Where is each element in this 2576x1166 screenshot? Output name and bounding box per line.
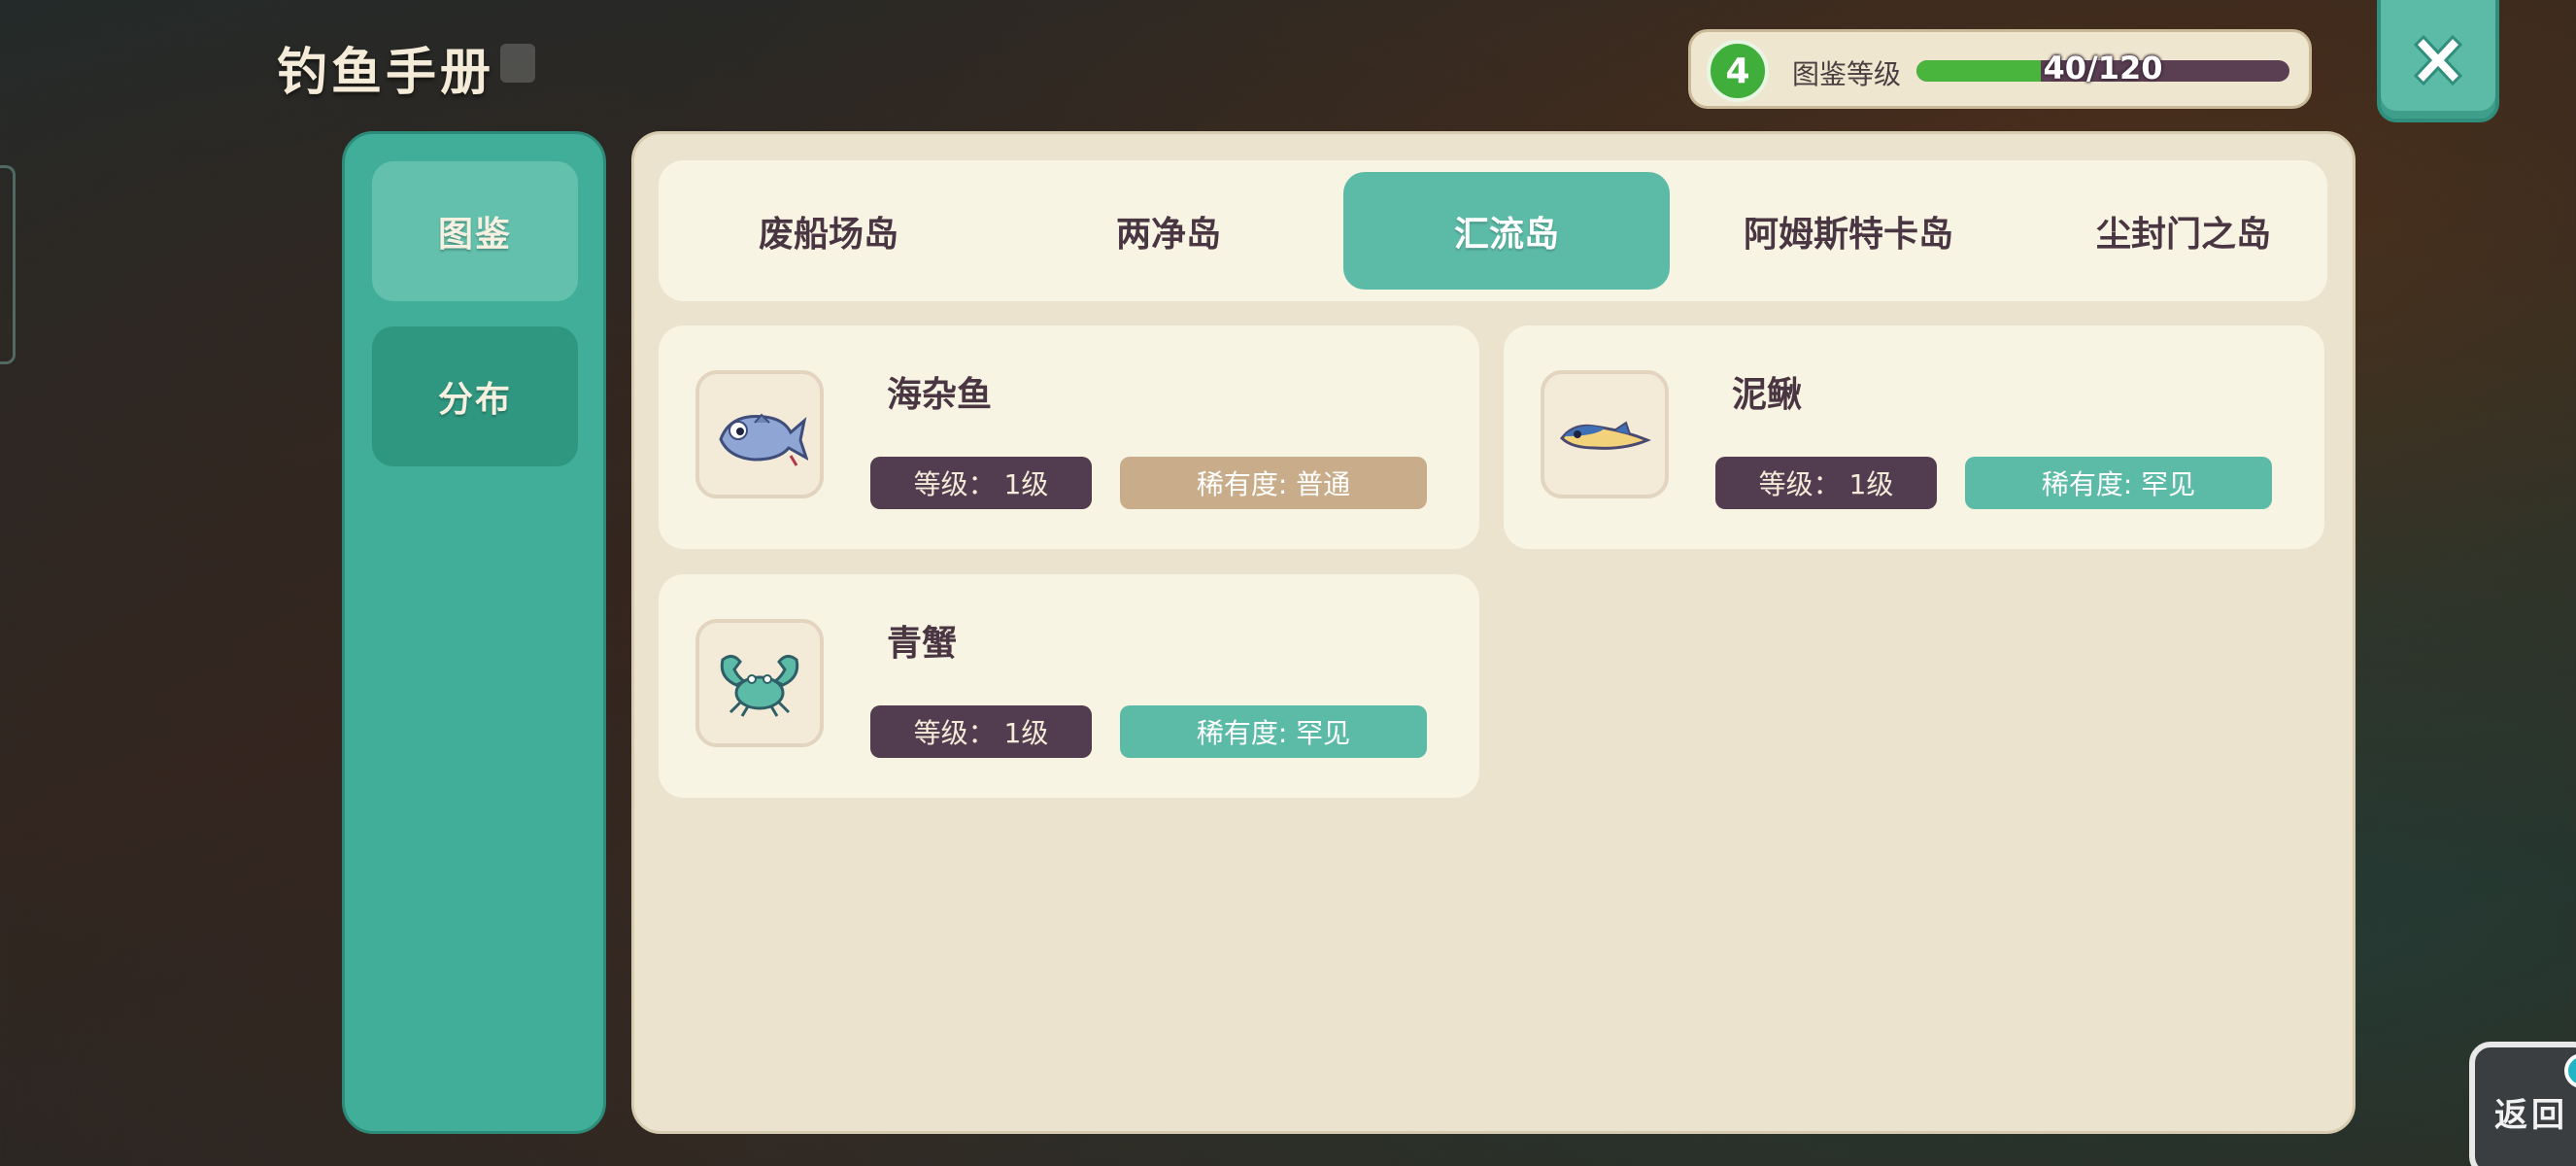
level-label: 图鉴等级 <box>1792 58 1902 90</box>
fish-card[interactable]: 青蟹 等级： 1级 稀有度: 罕见 <box>659 574 1479 798</box>
level-badge: 4 <box>1707 40 1769 102</box>
fish-level-tag: 等级： 1级 <box>870 457 1092 509</box>
main-panel: 废船场岛 两净岛 汇流岛 阿姆斯特卡岛 尘封门之岛 海杂鱼 等级： 1级 稀有度… <box>631 131 2356 1134</box>
fish-rarity-tag: 稀有度: 普通 <box>1120 457 1427 509</box>
level-progress-fill <box>1916 60 2041 82</box>
notification-dot <box>2564 1053 2576 1088</box>
loach-icon <box>1560 421 1651 450</box>
level-progress-bar <box>1916 60 2289 82</box>
fish-thumbnail <box>695 370 824 498</box>
fish-thumbnail <box>695 619 824 747</box>
fish-card[interactable]: 泥鳅 等级： 1级 稀有度: 罕见 <box>1504 326 2324 549</box>
fish-thumbnail <box>1541 370 1669 498</box>
collection-level-panel: 4 图鉴等级 40/120 <box>1688 29 2312 109</box>
back-button[interactable]: 返回 <box>2469 1042 2576 1166</box>
close-icon <box>2413 34 2463 86</box>
tab-island-3[interactable]: 汇流岛 <box>1343 172 1670 290</box>
fish-name: 泥鳅 <box>1732 375 1803 415</box>
side-edge-tab <box>0 165 16 364</box>
fish-name: 青蟹 <box>887 624 958 664</box>
sidebar-item-catalog[interactable]: 图鉴 <box>372 161 578 301</box>
fish-icon <box>719 413 808 466</box>
island-tabs: 废船场岛 两净岛 汇流岛 阿姆斯特卡岛 尘封门之岛 <box>659 160 2327 301</box>
fish-rarity-tag: 稀有度: 罕见 <box>1965 457 2272 509</box>
fish-name: 海杂鱼 <box>887 375 993 415</box>
back-label: 返回 <box>2494 1096 2568 1135</box>
sidebar: 图鉴 分布 <box>342 131 606 1134</box>
tab-island-4[interactable]: 阿姆斯特卡岛 <box>1683 160 2014 301</box>
fish-rarity-tag: 稀有度: 罕见 <box>1120 705 1427 758</box>
tab-island-2[interactable]: 两净岛 <box>1003 160 1334 301</box>
crab-icon <box>720 655 799 717</box>
tab-island-5[interactable]: 尘封门之岛 <box>2018 160 2349 301</box>
page-title: 钓鱼手册 <box>277 44 495 102</box>
fish-card[interactable]: 海杂鱼 等级： 1级 稀有度: 普通 <box>659 326 1479 549</box>
close-button[interactable] <box>2377 0 2499 122</box>
sidebar-item-distribution[interactable]: 分布 <box>372 326 578 466</box>
tab-island-1[interactable]: 废船场岛 <box>663 160 994 301</box>
fish-level-tag: 等级： 1级 <box>1715 457 1937 509</box>
fish-level-tag: 等级： 1级 <box>870 705 1092 758</box>
title-decoration <box>500 44 535 83</box>
